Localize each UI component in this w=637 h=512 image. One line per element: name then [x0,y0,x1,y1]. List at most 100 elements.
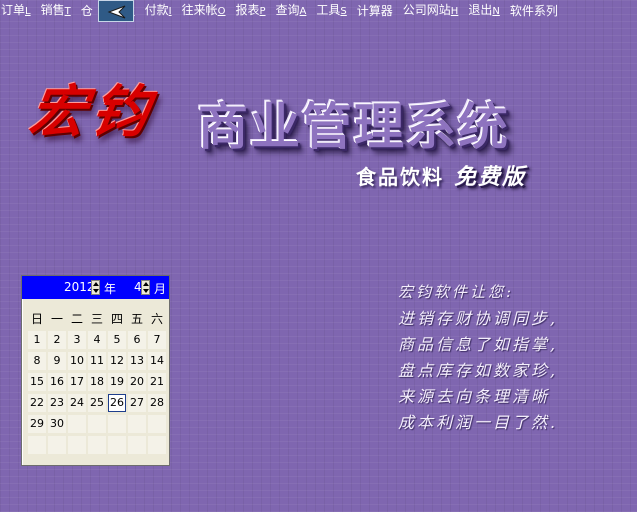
calendar-year: 2012 [64,280,95,294]
menu-item[interactable]: 销售T [41,0,75,23]
calendar-day[interactable]: 5 [108,331,126,349]
calendar-day[interactable]: 24 [68,394,86,412]
slogan-line: 商品信息了如指掌, [398,335,559,354]
calendar-empty-cell [128,436,146,454]
edition-line: 食品饮料 免费版 [356,160,526,190]
calendar-day[interactable]: 23 [48,394,66,412]
menu-item[interactable]: 往来帐O [182,0,230,23]
menu-item-label: 公司网站 [402,3,451,17]
calendar-empty-cell [108,415,126,433]
calendar-empty-cell [88,436,106,454]
calendar-day[interactable]: 29 [28,415,46,433]
calendar-day[interactable]: 10 [68,352,86,370]
menu-item[interactable]: 工具S [316,0,350,23]
weekday-header: 日 [28,310,46,328]
calendar-day[interactable]: 25 [88,394,106,412]
calendar-day[interactable]: 8 [28,352,46,370]
menu-item[interactable]: 计算器 [357,0,397,22]
menu-item[interactable]: 订单L [0,0,35,23]
calendar-empty-cell [128,415,146,433]
brand-logo: 宏钧 [25,79,159,145]
calendar-header: 2012 年 4 月 [22,276,169,299]
calendar-day[interactable]: 14 [148,352,166,370]
menu-item-hotkey: S [340,6,347,17]
product-category: 食品饮料 [356,164,444,189]
calendar-day[interactable]: 22 [28,394,46,412]
edition-label: 免费版 [454,164,527,190]
calendar-day[interactable]: 6 [128,331,146,349]
menu-item-label: 查询 [275,3,300,17]
slogan-line: 盘点库存如数家珍, [398,361,559,380]
calendar-day[interactable]: 13 [128,352,146,370]
menu-bar: 订单L销售T仓收款Q付款I往来帐O报表P查询A工具S计算器公司网站H退出N软件系… [0,0,637,22]
calendar-day[interactable]: 12 [108,352,126,370]
calendar-widget: 2012 年 4 月 日一二三四五六 1 2 3 4 5 6 7 8 9 10 11 12 13 14 15 1… [21,275,170,466]
menu-item-hotkey: H [450,6,459,17]
menu-item-label: 销售 [40,3,65,17]
calendar-empty-cell [108,436,126,454]
slogan-title: 宏钧软件让您: [398,283,515,301]
menu-item[interactable]: 仓 [81,0,97,22]
menu-item-label: 工具 [316,3,341,17]
slogan-line: 进销存财协调同步, [398,309,559,328]
menu-item-label: 报表 [235,3,260,17]
menu-item-label: 软件系列 [509,4,558,18]
menu-item-hotkey: P [259,6,266,17]
menu-item-hotkey: T [64,6,71,17]
app-title: 商业管理系统 [198,97,510,156]
calendar-day[interactable]: 2 [48,331,66,349]
weekday-header: 四 [108,310,126,328]
calendar-day[interactable]: 27 [128,394,146,412]
calendar-day[interactable]: 4 [88,331,106,349]
calendar-day[interactable]: 3 [68,331,86,349]
weekday-header: 二 [68,310,86,328]
calendar-day[interactable]: 7 [148,331,166,349]
menu-item-hotkey: A [299,6,307,17]
calendar-grid: 日一二三四五六 1 2 3 4 5 6 7 8 9 10 11 12 13 14 15 16 17 18 19 20 21… [27,309,167,456]
menu-item[interactable]: 软件系列 [510,0,562,22]
menu-item-hotkey: O [217,6,226,17]
slogan-line: 来源去向条理清晰 [398,387,551,406]
calendar-day[interactable]: 19 [108,373,126,391]
calendar-empty-cell [28,436,46,454]
month-spinner[interactable] [141,280,150,295]
weekday-header: 五 [128,310,146,328]
calendar-day[interactable]: 21 [148,373,166,391]
calendar-day[interactable]: 9 [48,352,66,370]
slogan-lines: 进销存财协调同步, 商品信息了如指掌, 盘点库存如数家珍, 来源去向条理清晰 成本利润一… [398,306,634,436]
slogan: 宏钧软件让您: 进销存财协调同步, 商品信息了如指掌, 盘点库存如数家珍, 来源去向条… [398,282,634,436]
menu-item[interactable]: 付款I [145,0,176,23]
calendar-day[interactable]: 15 [28,373,46,391]
menu-item-label: 往来帐 [181,3,218,17]
weekday-header: 一 [48,310,66,328]
calendar-day[interactable]: 16 [48,373,66,391]
menu-item-label: 仓 [80,4,93,18]
menu-item[interactable]: 查询A [276,0,311,23]
menu-item-label: 计算器 [356,4,393,18]
calendar-day[interactable]: 1 [28,331,46,349]
weekday-header: 三 [88,310,106,328]
menu-item[interactable]: 公司网站H [403,0,463,23]
calendar-day[interactable]: 20 [128,373,146,391]
menu-item-hotkey: N [492,6,500,17]
menu-item[interactable]: 报表P [235,0,269,23]
calendar-day[interactable]: 26 [108,394,126,412]
year-spinner[interactable] [91,280,100,295]
calendar-month-unit: 月 [154,282,167,296]
menu-item-label: 退出 [468,3,493,17]
calendar-day[interactable]: 18 [88,373,106,391]
calendar-empty-cell [148,415,166,433]
menu-item-label: 付款 [144,3,169,17]
arrow-cursor-icon [107,5,126,19]
calendar-day[interactable]: 28 [148,394,166,412]
calendar-day[interactable]: 11 [88,352,106,370]
menu-item-hotkey: I [168,6,172,17]
calendar-empty-cell [68,415,86,433]
menu-item[interactable]: 退出N [468,0,504,23]
calendar-day[interactable]: 30 [48,415,66,433]
calendar-empty-cell [148,436,166,454]
weekday-header: 六 [148,310,166,328]
menu-item-label: 订单 [1,3,26,17]
calendar-day[interactable]: 17 [68,373,86,391]
calendar-empty-cell [68,436,86,454]
